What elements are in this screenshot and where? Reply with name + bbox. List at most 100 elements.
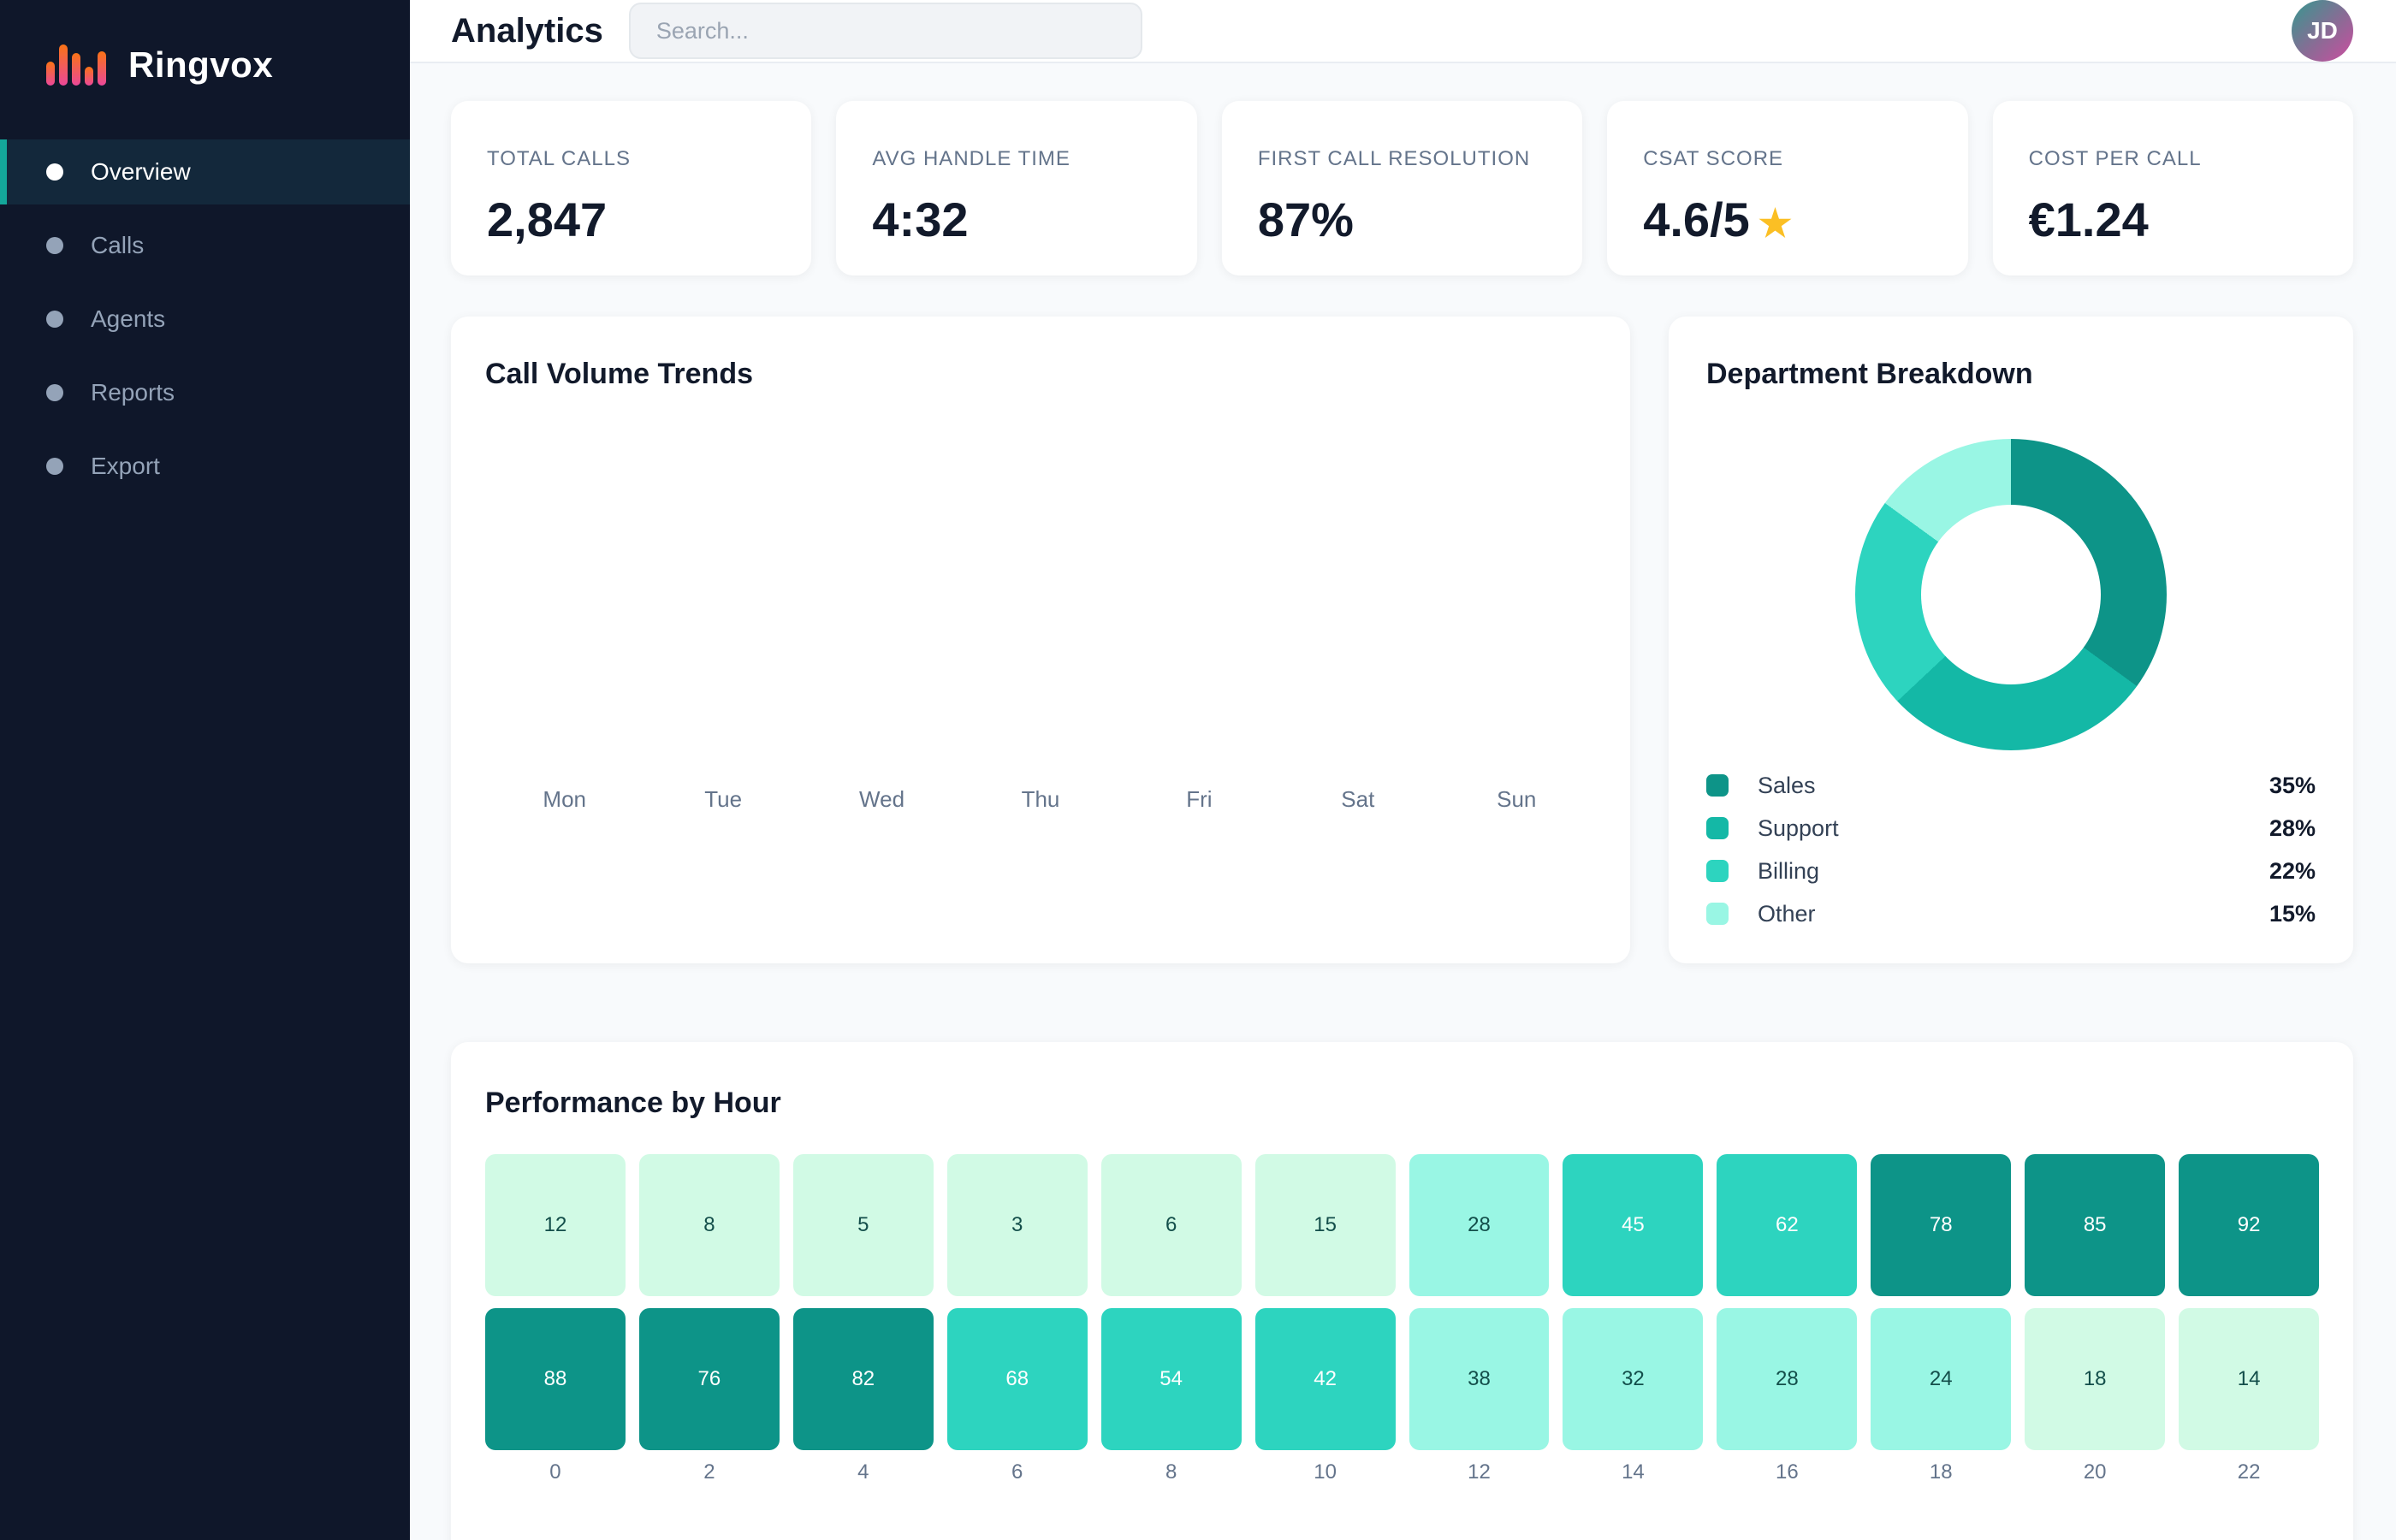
legend-value: 28% — [2269, 815, 2316, 842]
heatmap-hour-label: 0 — [485, 1460, 626, 1484]
call-volume-card: Call Volume Trends MonTueWedThuFriSatSun — [451, 317, 1630, 963]
x-axis-label: Thu — [961, 786, 1119, 813]
search-input[interactable] — [629, 3, 1142, 59]
legend-value: 15% — [2269, 901, 2316, 927]
nav-dot-icon — [46, 237, 63, 254]
heatmap-column-2: 876 2 — [639, 1154, 780, 1484]
heatmap-column-10: 1542 10 — [1255, 1154, 1396, 1484]
brand-name: Ringvox — [128, 44, 273, 86]
heatmap-hour-label: 22 — [2179, 1460, 2319, 1484]
heatmap-cell: 32 — [1563, 1308, 1703, 1450]
header: Analytics JD — [410, 0, 2396, 63]
legend-value: 22% — [2269, 858, 2316, 885]
kpi-label: TOTAL CALLS — [487, 147, 775, 171]
heatmap-cell: 6 — [1101, 1154, 1242, 1296]
heatmap-column-8: 6548 — [1101, 1154, 1242, 1484]
heatmap-cell: 12 — [485, 1154, 626, 1296]
sidebar-item-calls[interactable]: Calls — [0, 213, 410, 278]
kpi-card-first-call-resolution: FIRST CALL RESOLUTION 87% — [1222, 101, 1582, 275]
line-chart-x-axis: MonTueWedThuFriSatSun — [485, 786, 1596, 813]
heatmap-column-18: 7824 18 — [1871, 1154, 2011, 1484]
sidebar: Ringvox Overview Calls Agents Reports Export — [0, 0, 410, 1540]
legend-row-sales: Sales35% — [1706, 764, 2316, 807]
logo-bars-icon — [46, 44, 106, 86]
avatar[interactable]: JD — [2292, 0, 2353, 62]
x-axis-label: Tue — [643, 786, 802, 813]
heatmap-hour-label: 18 — [1871, 1460, 2011, 1484]
heatmap-cell: 42 — [1255, 1308, 1396, 1450]
heatmap-cell: 68 — [947, 1308, 1088, 1450]
heatmap-cell: 92 — [2179, 1154, 2319, 1296]
heatmap-column-16: 622816 — [1717, 1154, 1857, 1484]
donut-legend: Sales35% Support 28% Billing 22% Other 15% — [1706, 764, 2316, 935]
kpi-label: FIRST CALL RESOLUTION — [1258, 147, 1546, 171]
heatmap-column-4: 5824 — [793, 1154, 934, 1484]
kpi-label: CSAT SCORE — [1643, 147, 1931, 171]
x-axis-label: Sun — [1438, 786, 1596, 813]
sidebar-item-label: Calls — [91, 232, 144, 259]
x-axis-label: Wed — [803, 786, 961, 813]
sidebar-item-label: Agents — [91, 305, 165, 333]
sidebar-item-export[interactable]: Export — [0, 434, 410, 499]
heatmap-cell: 15 — [1255, 1154, 1396, 1296]
heatmap-cell: 76 — [639, 1308, 780, 1450]
kpi-value: €1.24 — [2029, 192, 2317, 247]
heatmap-cell: 38 — [1409, 1308, 1550, 1450]
legend-label: Support — [1758, 815, 1839, 842]
donut-chart — [1855, 439, 2167, 750]
heatmap: 1288087625824368665481542102838124532146… — [485, 1154, 2319, 1484]
heatmap-hour-label: 16 — [1717, 1460, 1857, 1484]
logo: Ringvox — [0, 0, 410, 91]
heatmap-column-22: 9214 22 — [2179, 1154, 2319, 1484]
legend-label: Billing — [1758, 858, 1819, 885]
sidebar-item-overview[interactable]: Overview — [0, 139, 410, 204]
heatmap-cell: 54 — [1101, 1308, 1242, 1450]
heatmap-hour-label: 12 — [1409, 1460, 1550, 1484]
heatmap-hour-label: 2 — [639, 1460, 780, 1484]
legend-swatch-icon — [1706, 774, 1729, 797]
heatmap-cell: 78 — [1871, 1154, 2011, 1296]
x-axis-label: Mon — [485, 786, 643, 813]
page-title: Analytics — [451, 12, 603, 50]
legend-label: Other — [1758, 901, 1816, 927]
heatmap-column-0: 1288 0 — [485, 1154, 626, 1484]
heatmap-cell: 28 — [1717, 1308, 1857, 1450]
sidebar-nav: Overview Calls Agents Reports Export — [0, 139, 410, 499]
main-column: Analytics JD TOTAL CALLS 2,847 AVG HANDLE … — [410, 0, 2396, 1540]
sidebar-item-label: Overview — [91, 158, 191, 186]
heatmap-cell: 24 — [1871, 1308, 2011, 1450]
legend-row-other: Other 15% — [1706, 892, 2316, 935]
heatmap-hour-label: 6 — [947, 1460, 1088, 1484]
sidebar-item-agents[interactable]: Agents — [0, 287, 410, 352]
heatmap-column-20: 851820 — [2025, 1154, 2165, 1484]
department-title: Department Breakdown — [1706, 358, 2316, 391]
line-chart-plot-area — [485, 391, 1596, 786]
kpi-card-total-calls: TOTAL CALLS 2,847 — [451, 101, 811, 275]
nav-dot-icon — [46, 311, 63, 328]
heatmap-hour-label: 10 — [1255, 1460, 1396, 1484]
heatmap-column-14: 453214 — [1563, 1154, 1703, 1484]
legend-row-billing: Billing 22% — [1706, 850, 2316, 892]
heatmap-cell: 8 — [639, 1154, 780, 1296]
legend-label: Sales — [1758, 773, 1816, 799]
sidebar-item-label: Reports — [91, 379, 175, 406]
department-breakdown-card: Department Breakdown Sales35% Support 28% B… — [1669, 317, 2353, 963]
heatmap-column-6: 368 6 — [947, 1154, 1088, 1484]
kpi-value: 2,847 — [487, 192, 775, 247]
heatmap-cell: 85 — [2025, 1154, 2165, 1296]
legend-swatch-icon — [1706, 817, 1729, 839]
heatmap-cell: 82 — [793, 1308, 934, 1450]
nav-dot-icon — [46, 384, 63, 401]
heatmap-hour-label: 20 — [2025, 1460, 2165, 1484]
legend-swatch-icon — [1706, 903, 1729, 925]
kpi-card-avg-handle-time: AVG HANDLE TIME4:32 — [836, 101, 1196, 275]
content-area: TOTAL CALLS2,847AVG HANDLE TIME4:32FIRST… — [410, 63, 2396, 1540]
kpi-value: 87% — [1258, 192, 1546, 247]
heatmap-cell: 88 — [485, 1308, 626, 1450]
sidebar-item-reports[interactable]: Reports — [0, 360, 410, 425]
heatmap-cell: 3 — [947, 1154, 1088, 1296]
performance-by-hour-card: Performance by Hour 12880876258243686654… — [451, 1042, 2353, 1540]
kpi-value: 4.6/5★ — [1643, 192, 1931, 247]
charts-row: Call Volume Trends MonTueWedThuFriSatSun… — [451, 317, 2353, 963]
heatmap-cell: 14 — [2179, 1308, 2319, 1450]
